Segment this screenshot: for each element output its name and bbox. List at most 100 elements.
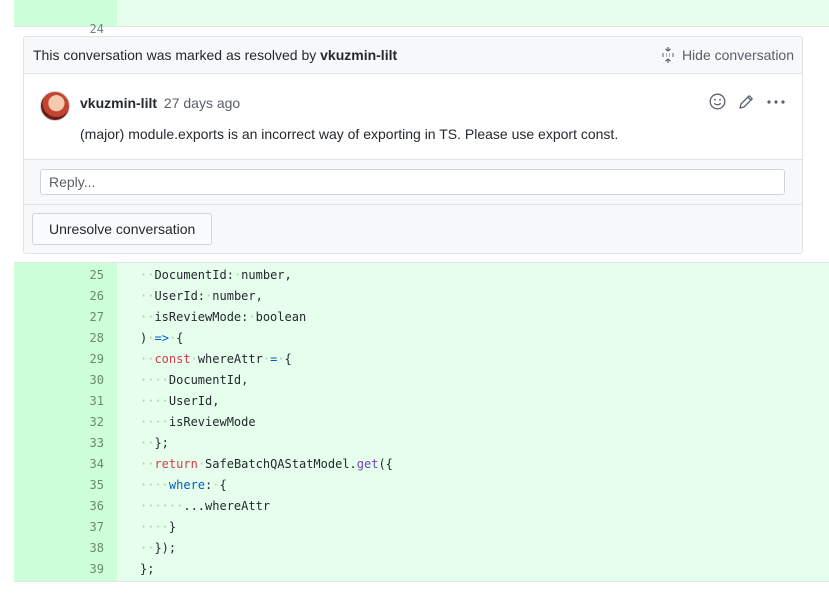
kebab-horizontal-icon (767, 99, 785, 104)
line-number[interactable]: 39 (14, 559, 104, 580)
diff-line-37: 37 ····} (14, 517, 829, 538)
line-number[interactable]: 31 (14, 391, 104, 412)
line-code: ····UserId, (140, 391, 219, 412)
smiley-icon (709, 93, 726, 110)
code-token: boolean (255, 310, 307, 324)
line-number[interactable]: 30 (14, 370, 104, 391)
code-token: DocumentId, (168, 373, 249, 387)
review-comment: vkuzmin-lilt 27 days ago (major) module.… (24, 74, 802, 159)
line-number[interactable]: 24 (14, 21, 104, 37)
whitespace-marker: ···· (140, 394, 169, 408)
diff-line-39: 39}; (14, 559, 829, 580)
code-token: DocumentId: (154, 268, 234, 282)
line-number[interactable]: 37 (14, 517, 104, 538)
diff-line-28: 28 )·=>·{ (14, 328, 829, 349)
whitespace-marker: ···· (140, 520, 169, 534)
line-code: ··isReviewMode:·boolean (140, 307, 306, 328)
diff-hunk-bottom: 25 ··DocumentId:·number, 26 ··UserId:·numbe… (14, 262, 829, 582)
diff-line-38: 38 ··}); (14, 538, 829, 559)
comment-header: vkuzmin-lilt 27 days ago (80, 95, 240, 111)
line-number[interactable]: 29 (14, 349, 104, 370)
whitespace-marker: · (212, 478, 220, 492)
diff-line-25: 25 ··DocumentId:·number, (14, 265, 829, 286)
line-code: ··}; (140, 433, 169, 454)
line-number[interactable]: 27 (14, 307, 104, 328)
diff-line-29: 29 ··const·whereAttr·=·{ (14, 349, 829, 370)
whitespace-marker: ·· (140, 310, 155, 324)
hide-conversation-button[interactable]: Hide conversation (661, 47, 794, 63)
line-number[interactable]: 36 (14, 496, 104, 517)
line-number[interactable]: 25 (14, 265, 104, 286)
line-number[interactable]: 33 (14, 433, 104, 454)
diff-hunk-top: 24 module.exports.getStats = ( (14, 0, 829, 52)
diff-line-36: 36 ······...whereAttr (14, 496, 829, 517)
line-code: ··const·whereAttr·=·{ (140, 349, 292, 370)
whitespace-marker: ······ (140, 499, 184, 513)
code-token: => (154, 331, 169, 345)
code-token: isReviewMode: (154, 310, 249, 324)
line-code: ··}); (140, 538, 176, 559)
avatar[interactable] (40, 91, 70, 121)
edit-comment-button[interactable] (738, 94, 754, 110)
code-token: { (284, 352, 292, 366)
code-token: ...whereAttr (183, 499, 271, 513)
diff-line-32: 32 ····isReviewMode (14, 412, 829, 433)
unresolve-conversation-button[interactable]: Unresolve conversation (32, 213, 213, 245)
whitespace-marker: ·· (140, 352, 155, 366)
diff-line-24: 24 module.exports.getStats = ( (14, 5, 829, 52)
line-code: ····DocumentId, (140, 370, 248, 391)
whitespace-marker: · (190, 352, 198, 366)
comment-options-button[interactable] (766, 94, 786, 110)
whitespace-marker: · (197, 457, 206, 471)
code-token: number, (212, 289, 263, 303)
diff-line-30: 30 ····DocumentId, (14, 370, 829, 391)
whitespace-marker: ···· (140, 415, 169, 429)
line-code: }; (140, 559, 154, 580)
code-token: }; (140, 562, 155, 576)
line-code: )·=>·{ (140, 328, 183, 349)
whitespace-marker: ···· (140, 478, 169, 492)
diff-line-34: 34 ··return·SafeBatchQAStatModel.get({ (14, 454, 829, 475)
line-number[interactable]: 26 (14, 286, 104, 307)
whitespace-marker: ···· (140, 373, 169, 387)
line-code: ······...whereAttr (140, 496, 270, 517)
comment-timestamp[interactable]: 27 days ago (164, 95, 240, 111)
code-token: isReviewMode (168, 415, 256, 429)
whitespace-marker: · (277, 352, 285, 366)
add-reaction-button[interactable] (709, 93, 726, 110)
resolved-by-user[interactable]: vkuzmin-lilt (320, 47, 397, 63)
line-number[interactable]: 28 (14, 328, 104, 349)
reply-area: Reply... (24, 159, 802, 205)
line-number[interactable]: 38 (14, 538, 104, 559)
whitespace-marker: ·· (140, 268, 155, 282)
code-token: }); (154, 541, 177, 555)
resolved-conversation: This conversation was marked as resolved… (23, 36, 803, 254)
pencil-icon (739, 94, 753, 109)
code-token: whereAttr (197, 352, 263, 366)
code-token: get (356, 457, 379, 471)
whitespace-marker: · (262, 352, 271, 366)
code-token: where (168, 478, 206, 492)
line-code: ····where:·{ (140, 475, 227, 496)
line-code: ····} (140, 517, 176, 538)
line-number[interactable]: 32 (14, 412, 104, 433)
code-token: return (154, 457, 198, 471)
code-token: const (154, 352, 191, 366)
code-token: UserId: (154, 289, 206, 303)
diff-line-27: 27 ··isReviewMode:·boolean (14, 307, 829, 328)
whitespace-marker: · (248, 310, 256, 324)
conversation-header: This conversation was marked as resolved… (24, 37, 802, 74)
whitespace-marker: ·· (140, 289, 155, 303)
whitespace-marker: ·· (140, 541, 155, 555)
code-token: { (176, 331, 184, 345)
line-number[interactable]: 34 (14, 454, 104, 475)
code-token: UserId, (168, 394, 220, 408)
line-number[interactable]: 35 (14, 475, 104, 496)
code-token: number, (241, 268, 292, 282)
code-token: ({ (378, 457, 393, 471)
line-code: ··DocumentId:·number, (140, 265, 292, 286)
conversation-footer: Unresolve conversation (24, 205, 802, 253)
comment-author[interactable]: vkuzmin-lilt (80, 95, 157, 111)
reply-input[interactable]: Reply... (40, 169, 785, 195)
line-code: ··return·SafeBatchQAStatModel.get({ (140, 454, 393, 475)
